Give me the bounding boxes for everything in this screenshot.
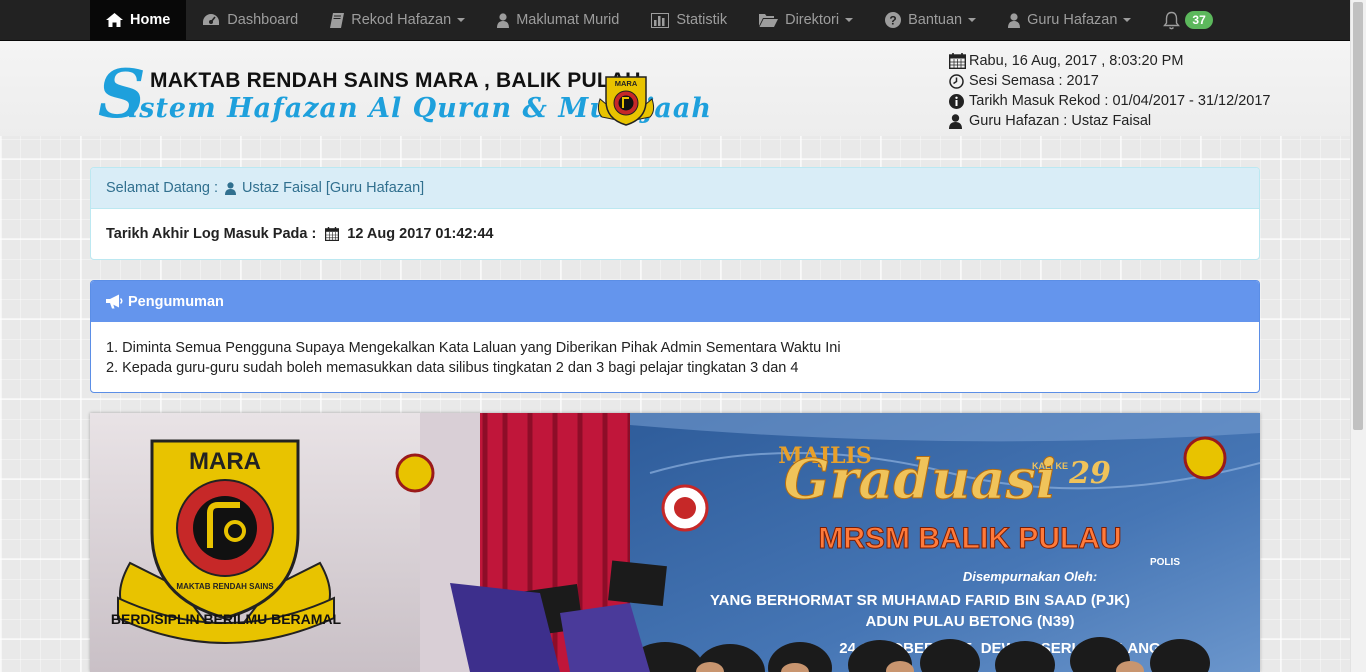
nav-direktori-label: Direktori bbox=[785, 12, 840, 28]
banner-sempurna: Disempurnakan Oleh: bbox=[963, 569, 1097, 584]
nav-bantuan[interactable]: ? Bantuan bbox=[869, 0, 992, 40]
dashboard-icon bbox=[202, 13, 220, 27]
bar-chart-icon bbox=[651, 12, 670, 28]
announcement-title: Pengumuman bbox=[128, 293, 224, 310]
emblem-mara-text: MARA bbox=[189, 448, 261, 475]
nav-direktori[interactable]: Direktori bbox=[743, 0, 869, 40]
banner-kali: KALI KE bbox=[1032, 461, 1068, 471]
info-datetime-text: Rabu, 16 Aug, 2017 , 8:03:20 PM bbox=[969, 53, 1184, 69]
welcome-panel-heading: Selamat Datang : Ustaz Faisal [Guru Hafa… bbox=[91, 168, 1259, 209]
nav-rekod-hafazan[interactable]: Rekod Hafazan bbox=[314, 0, 481, 40]
chevron-down-icon bbox=[1123, 18, 1132, 22]
user-icon bbox=[225, 181, 237, 195]
book-icon bbox=[330, 12, 345, 28]
school-name: MAKTAB RENDAH SAINS MARA , BALIK PULAU bbox=[150, 69, 641, 92]
banner-polis: POLIS bbox=[1150, 557, 1180, 568]
welcome-label: Selamat Datang : bbox=[106, 180, 219, 196]
emblem-motto: BERDISIPLIN BERILMU BERAMAL bbox=[111, 611, 342, 627]
emblem-text: MARA bbox=[615, 79, 638, 88]
folder-open-icon bbox=[759, 13, 779, 27]
nav-guru-hafazan[interactable]: Guru Hafazan bbox=[992, 0, 1147, 40]
last-login-value: 12 Aug 2017 01:42:44 bbox=[347, 226, 494, 242]
banner-school: MRSM BALIK PULAU bbox=[818, 522, 1121, 555]
notification-badge: 37 bbox=[1185, 11, 1213, 29]
info-session: Sesi Semasa : 2017 bbox=[949, 71, 1270, 91]
school-emblem-small: MARA bbox=[592, 71, 660, 134]
info-record-date: Tarikh Masuk Rekod : 01/04/2017 - 31/12/… bbox=[949, 91, 1270, 111]
top-navbar: Home Dashboard Rekod Hafazan Maklumat Mu… bbox=[0, 0, 1350, 41]
announcement-body: 1. Diminta Semua Pengguna Supaya Mengeka… bbox=[91, 322, 1259, 392]
info-teacher-text: Guru Hafazan : Ustaz Faisal bbox=[969, 113, 1152, 129]
svg-text:?: ? bbox=[889, 14, 896, 28]
user-icon bbox=[1008, 12, 1021, 28]
banner-yb: YANG BERHORMAT SR MUHAMAD FARID BIN SAAD… bbox=[710, 592, 1130, 609]
banner-graduasi: Graduasi bbox=[784, 447, 1056, 511]
last-login-label: Tarikh Akhir Log Masuk Pada : bbox=[106, 226, 317, 242]
nav-maklumat-murid[interactable]: Maklumat Murid bbox=[481, 0, 635, 40]
nav-home[interactable]: Home bbox=[90, 0, 187, 40]
info-record-date-text: Tarikh Masuk Rekod : 01/04/2017 - 31/12/… bbox=[969, 93, 1271, 109]
banner-adun: ADUN PULAU BETONG (N39) bbox=[866, 613, 1075, 630]
emblem-ring-text: MAKTAB RENDAH SAINS bbox=[176, 582, 274, 591]
announcement-item: 2. Kepada guru-guru sudah boleh memasukk… bbox=[106, 360, 799, 376]
welcome-user: Ustaz Faisal [Guru Hafazan] bbox=[242, 180, 425, 196]
nav-maklumat-murid-label: Maklumat Murid bbox=[516, 12, 620, 28]
banner-kali-no: 29 bbox=[1068, 456, 1111, 491]
calendar-icon bbox=[949, 53, 967, 69]
header-banner: S MAKTAB RENDAH SAINS MARA , BALIK PULAU… bbox=[0, 41, 1350, 136]
info-teacher: Guru Hafazan : Ustaz Faisal bbox=[949, 111, 1270, 131]
nav-statistik[interactable]: Statistik bbox=[635, 0, 743, 40]
nav-statistik-label: Statistik bbox=[676, 12, 728, 28]
bullhorn-icon bbox=[106, 294, 124, 309]
user-icon bbox=[949, 113, 967, 129]
home-icon bbox=[106, 13, 123, 27]
info-session-text: Sesi Semasa : 2017 bbox=[969, 73, 1099, 89]
clock-icon bbox=[949, 73, 967, 89]
user-icon bbox=[497, 12, 510, 28]
graduation-photo: MAJLIS Graduasi KALI KE 29 MRSM BALIK PU… bbox=[90, 413, 1260, 672]
question-icon: ? bbox=[885, 12, 902, 28]
chevron-down-icon bbox=[845, 18, 854, 22]
welcome-panel: Selamat Datang : Ustaz Faisal [Guru Hafa… bbox=[90, 167, 1260, 260]
nav-rekod-hafazan-label: Rekod Hafazan bbox=[351, 12, 452, 28]
nav-bantuan-label: Bantuan bbox=[908, 12, 963, 28]
info-icon bbox=[949, 93, 967, 109]
nav-dashboard-label: Dashboard bbox=[227, 12, 299, 28]
nav-dashboard[interactable]: Dashboard bbox=[186, 0, 314, 40]
announcement-item: 1. Diminta Semua Pengguna Supaya Mengeka… bbox=[106, 340, 841, 356]
chevron-down-icon bbox=[968, 18, 977, 22]
session-info: Rabu, 16 Aug, 2017 , 8:03:20 PM Sesi Sem… bbox=[949, 51, 1270, 131]
scrollbar-thumb[interactable] bbox=[1353, 2, 1363, 430]
last-login: Tarikh Akhir Log Masuk Pada : 12 Aug 201… bbox=[91, 209, 1259, 259]
bell-icon bbox=[1163, 11, 1181, 30]
announcement-heading: Pengumuman bbox=[91, 281, 1259, 322]
notifications-button[interactable]: 37 bbox=[1147, 0, 1228, 40]
nav-menu: Home Dashboard Rekod Hafazan Maklumat Mu… bbox=[90, 0, 1229, 40]
chevron-down-icon bbox=[457, 18, 466, 22]
calendar-icon bbox=[325, 227, 340, 241]
announcement-panel: Pengumuman 1. Diminta Semua Pengguna Sup… bbox=[90, 280, 1260, 393]
info-datetime: Rabu, 16 Aug, 2017 , 8:03:20 PM bbox=[949, 51, 1270, 71]
nav-home-label: Home bbox=[130, 12, 171, 28]
nav-guru-hafazan-label: Guru Hafazan bbox=[1027, 12, 1118, 28]
